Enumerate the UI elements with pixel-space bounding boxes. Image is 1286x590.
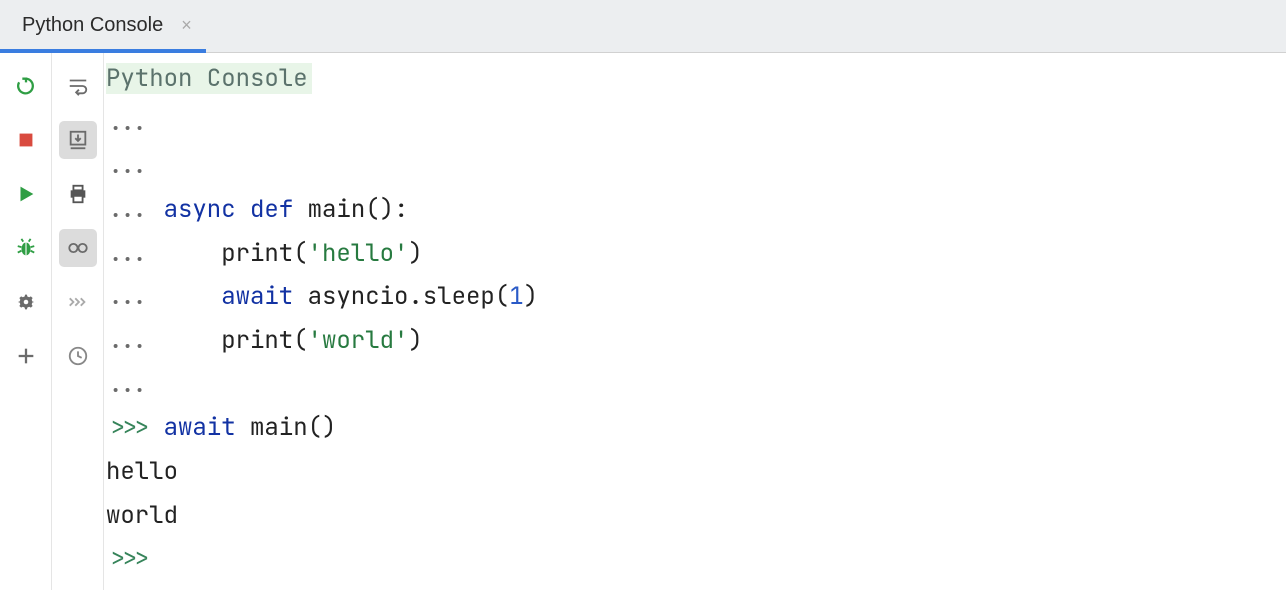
play-icon (15, 183, 37, 205)
scroll-to-end-button[interactable] (59, 121, 97, 159)
debug-button[interactable] (7, 229, 45, 267)
prompt-continuation: ... (106, 194, 164, 225)
code-text: main(): (293, 194, 408, 225)
rerun-button[interactable] (7, 67, 45, 105)
code-text: asyncio.sleep( (293, 281, 509, 312)
output-text: hello (106, 456, 178, 487)
stop-icon (15, 129, 37, 151)
command-queue-button[interactable] (59, 283, 97, 321)
output-text: world (106, 500, 178, 531)
tab-label: Python Console (22, 14, 163, 37)
toolbar-primary (0, 53, 52, 590)
prompt-continuation: ... (106, 369, 149, 400)
console-banner: Python Console (106, 63, 312, 94)
prompt-input: >>> (106, 412, 164, 443)
glasses-icon (67, 237, 89, 259)
main-area: Python Console ... ... ... async def mai… (0, 53, 1286, 590)
code-text: ) (524, 281, 538, 312)
code-text: ) (408, 238, 422, 269)
plus-icon (15, 345, 37, 367)
close-icon[interactable]: × (181, 16, 192, 34)
keyword: def (250, 194, 293, 225)
keyword: async (164, 194, 236, 225)
show-variables-button[interactable] (59, 229, 97, 267)
prompt-continuation: ... (106, 107, 149, 138)
string-literal: 'hello' (308, 238, 409, 269)
bug-icon (15, 237, 37, 259)
history-button[interactable] (59, 337, 97, 375)
prompt-continuation: ... (106, 281, 221, 312)
history-icon (67, 345, 89, 367)
number-literal: 1 (509, 281, 523, 312)
settings-button[interactable] (7, 283, 45, 321)
prompt-continuation: ... (106, 238, 221, 269)
queue-icon (67, 291, 89, 313)
code-text: print( (221, 238, 307, 269)
prompt-continuation: ... (106, 150, 149, 181)
wrap-icon (67, 75, 89, 97)
scroll-down-icon (67, 129, 89, 151)
print-icon (67, 183, 89, 205)
new-console-button[interactable] (7, 337, 45, 375)
console-output[interactable]: Python Console ... ... ... async def mai… (104, 53, 1286, 590)
stop-button[interactable] (7, 121, 45, 159)
print-button[interactable] (59, 175, 97, 213)
string-literal: 'world' (308, 325, 409, 356)
keyword: await (221, 281, 293, 312)
prompt-continuation: ... (106, 325, 221, 356)
toolbar-secondary (52, 53, 104, 590)
rerun-icon (15, 75, 37, 97)
run-button[interactable] (7, 175, 45, 213)
soft-wrap-button[interactable] (59, 67, 97, 105)
keyword: await (164, 412, 236, 443)
gear-icon (15, 291, 37, 313)
tab-bar: Python Console × (0, 0, 1286, 53)
prompt-input: >>> (106, 543, 164, 574)
code-text: ) (408, 325, 422, 356)
code-text: main() (236, 412, 337, 443)
tab-python-console[interactable]: Python Console × (0, 1, 206, 53)
code-text: print( (221, 325, 307, 356)
